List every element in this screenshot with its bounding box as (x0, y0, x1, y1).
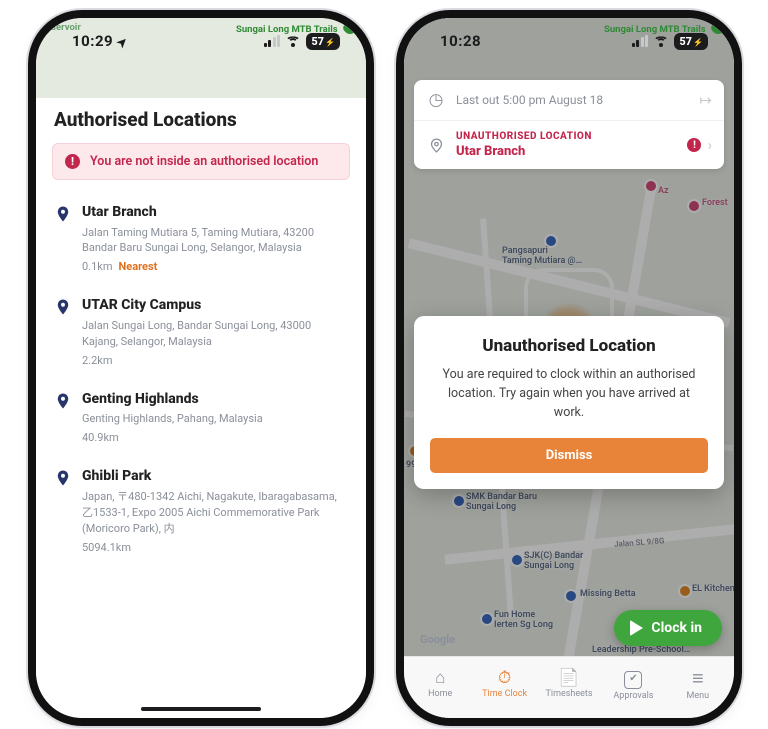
play-icon (630, 620, 643, 636)
tab-approvals[interactable]: Approvals (601, 668, 665, 701)
status-time: 10:29 (72, 32, 113, 50)
location-row[interactable]: Utar Branch Jalan Taming Mutiara 5, Tamin… (52, 194, 350, 287)
poi-pin-icon (566, 591, 576, 601)
last-out-row[interactable]: Last out 5:00 pm August 18 (414, 80, 724, 120)
location-name: UTAR City Campus (82, 297, 342, 315)
nearest-badge: Nearest (119, 260, 158, 273)
last-out-text: Last out 5:00 pm August 18 (456, 93, 603, 107)
location-name: Genting Highlands (82, 391, 263, 409)
location-row[interactable]: UTAR City Campus Jalan Sungai Long, Banda… (52, 287, 350, 380)
unauthorised-warning-banner: ! You are not inside an authorised locat… (52, 143, 350, 180)
location-distance: 2.2km (82, 354, 342, 367)
clock-in-label: Clock in (651, 620, 702, 636)
location-row[interactable]: Genting Highlands Genting Highlands, Paha… (52, 381, 350, 458)
sheet-icon (558, 670, 579, 687)
tab-timesheets[interactable]: Timesheets (537, 670, 601, 699)
page-title: Authorised Locations (36, 96, 366, 143)
status-bar: 10:29 57⚡ (36, 18, 366, 60)
unauthorised-row[interactable]: UNAUTHORISED LOCATION Utar Branch ! (414, 120, 724, 169)
tab-home[interactable]: Home (408, 670, 472, 699)
status-bar: 10:28 57⚡ (404, 18, 734, 60)
wifi-icon (653, 35, 669, 47)
pin-icon (54, 298, 72, 316)
location-list: Utar Branch Jalan Taming Mutiara 5, Tamin… (36, 194, 366, 568)
home-icon (435, 670, 445, 687)
pin-icon (54, 469, 72, 487)
poi-el: EL Kitchen (692, 584, 734, 594)
stopwatch-icon (498, 670, 511, 687)
poi-pin-icon (512, 555, 522, 565)
clock-icon (426, 90, 446, 110)
tab-bar: Home Time Clock Timesheets Approvals Men… (404, 656, 734, 718)
warning-text: You are not inside an authorised locatio… (90, 154, 318, 169)
location-address: Jalan Taming Mutiara 5, Taming Mutiara, … (82, 225, 342, 257)
chevron-right-icon (707, 136, 712, 154)
phone-left: eservoir Sungai Long MTB Trails 10:29 57… (36, 18, 366, 718)
poi-pin-icon (546, 236, 556, 246)
dismiss-button[interactable]: Dismiss (430, 438, 708, 473)
status-time: 10:28 (440, 32, 481, 50)
login-icon (699, 91, 712, 109)
battery-icon: 57⚡ (306, 33, 340, 50)
cell-signal-icon (264, 36, 281, 47)
poi-pin-icon (482, 614, 492, 624)
pin-icon (426, 137, 446, 154)
location-address: Genting Highlands, Pahang, Malaysia (82, 411, 263, 427)
unauth-label: UNAUTHORISED LOCATION (456, 131, 592, 142)
phone-right: Pangsapuri Taming Mutiara @… Forest Az a… (404, 18, 734, 718)
location-address: Jalan Sungai Long, Bandar Sungai Long, 4… (82, 318, 342, 350)
poi-fun: Fun Home Ierten Sg Long (494, 610, 553, 630)
map-attribution: Google (420, 633, 455, 646)
pin-icon (54, 392, 72, 410)
poi-smk: SMK Bandar Baru Sungai Long (466, 492, 537, 512)
location-name: Ghibli Park (82, 468, 342, 486)
tab-menu[interactable]: Menu (666, 668, 730, 701)
modal-body: You are required to clock within an auth… (436, 366, 702, 422)
poi-leadership: Leadership Pre-School… (592, 645, 690, 655)
unauth-branch: Utar Branch (456, 144, 592, 159)
status-card[interactable]: Last out 5:00 pm August 18 UNAUTHORISED … (414, 80, 724, 169)
poi-missing: Missing Betta (580, 589, 636, 599)
poi-pin-icon (680, 586, 690, 596)
wifi-icon (285, 35, 301, 47)
poi-pin-icon (454, 496, 464, 506)
poi-pin-icon (689, 201, 699, 211)
menu-icon (692, 668, 704, 689)
poi-sjkc: SJK(C) Bandar Sungai Long (524, 551, 583, 571)
tab-time-clock[interactable]: Time Clock (472, 670, 536, 699)
alert-icon: ! (65, 154, 80, 169)
location-distance: 5094.1km (82, 541, 342, 554)
cell-signal-icon (632, 36, 649, 47)
clock-in-button[interactable]: Clock in (614, 610, 722, 646)
approve-icon (624, 668, 642, 689)
location-services-icon (117, 32, 128, 50)
poi-pangsapuri: Pangsapuri Taming Mutiara @… (502, 246, 582, 266)
location-distance: 0.1kmNearest (82, 260, 342, 273)
alert-badge-icon: ! (687, 138, 701, 152)
location-row[interactable]: Ghibli Park Japan, 〒480-1342 Aichi, Nagak… (52, 458, 350, 567)
modal-title: Unauthorised Location (430, 336, 708, 356)
poi-forest: Forest (702, 198, 728, 208)
pin-icon (54, 205, 72, 223)
home-indicator[interactable] (141, 707, 261, 711)
location-name: Utar Branch (82, 204, 342, 222)
poi-az: Az (658, 186, 669, 196)
poi-pin-icon (646, 181, 656, 191)
location-address: Japan, 〒480-1342 Aichi, Nagakute, Ibarag… (82, 489, 342, 537)
battery-icon: 57⚡ (674, 33, 708, 50)
location-distance: 40.9km (82, 431, 263, 444)
unauthorised-modal: Unauthorised Location You are required t… (414, 316, 724, 489)
